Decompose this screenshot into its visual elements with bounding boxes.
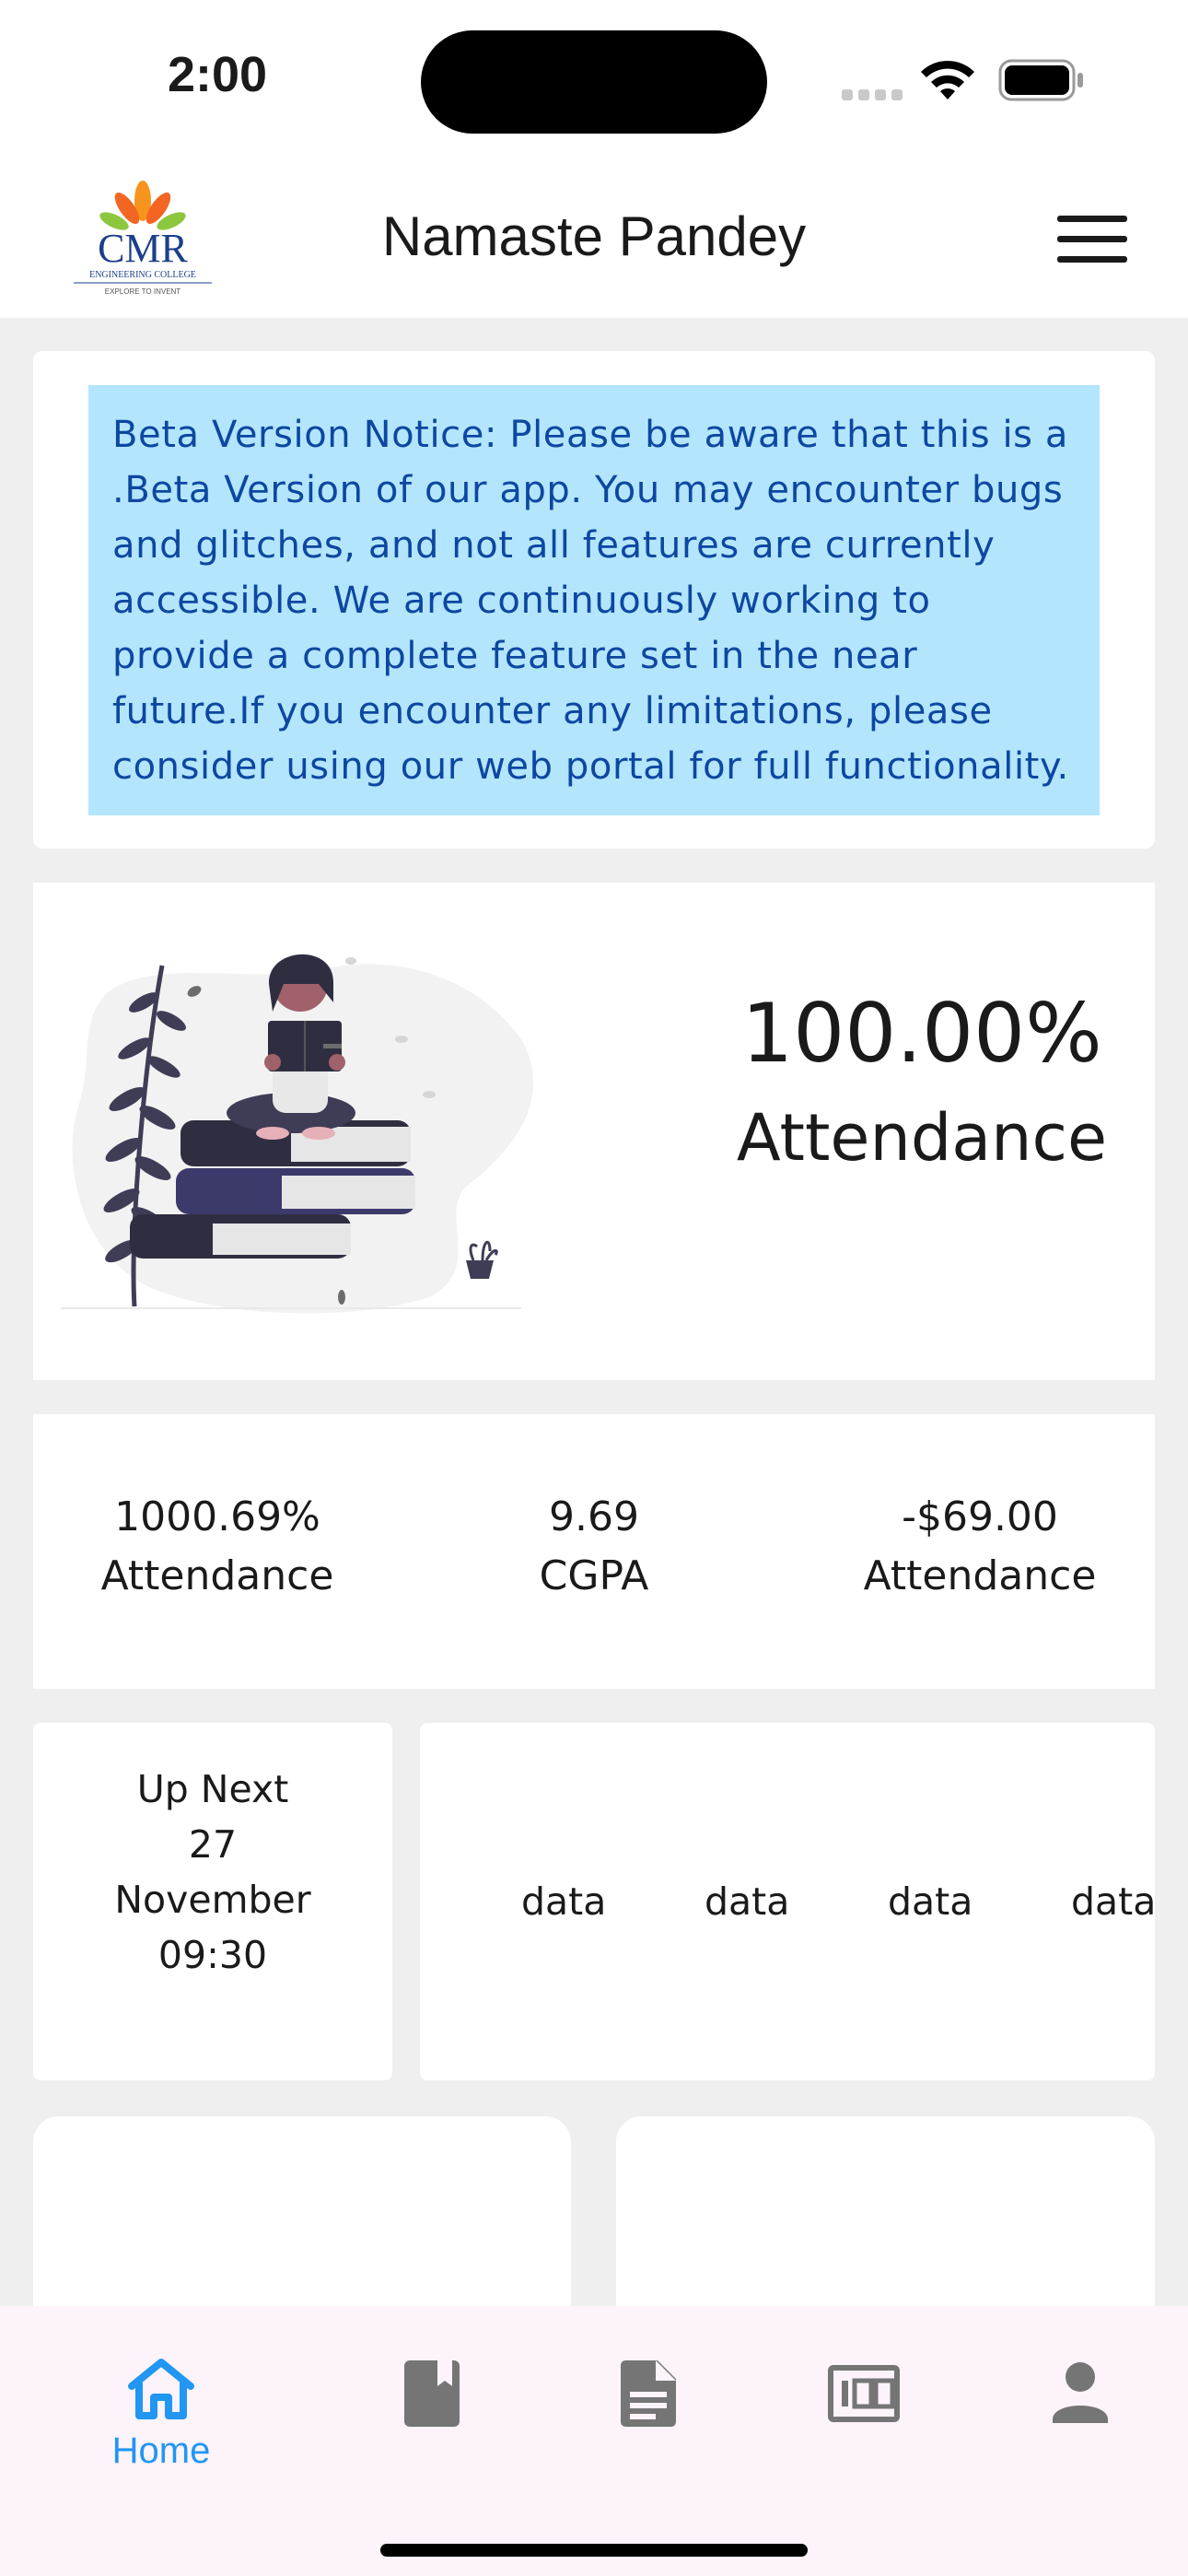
stat-label: Attendance — [100, 1552, 334, 1599]
scores-icon — [828, 2365, 900, 2422]
up-next-content: Up Next 27 November 09:30 — [33, 1762, 392, 1983]
stat-value: 1000.69% — [114, 1493, 320, 1540]
cellular-signal-icon — [842, 87, 908, 104]
up-next-month: November — [114, 1878, 311, 1922]
beta-notice-text: Beta Version Notice: Please be aware tha… — [112, 414, 1069, 788]
logo-tagline: EXPLORE TO INVENT — [105, 287, 181, 296]
stat-fees: -$69.00 Attendance — [796, 1488, 1164, 1606]
stat-attendance: 1000.69% Attendance — [33, 1488, 402, 1606]
attendance-label: Attendance — [736, 1100, 1108, 1176]
attendance-percent: 100.00% — [741, 986, 1102, 1081]
data-cell: data — [705, 1879, 790, 1924]
nav-documents[interactable] — [575, 2357, 722, 2434]
nav-scores[interactable] — [790, 2357, 938, 2434]
up-next-title: Up Next — [136, 1767, 289, 1811]
attendance-card[interactable]: 100.00% Attendance — [33, 883, 1155, 1380]
home-indicator — [380, 2544, 808, 2557]
data-cell: data — [1071, 1879, 1155, 1924]
data-cell: data — [888, 1879, 973, 1924]
status-bar: 2:00 — [0, 0, 1188, 157]
battery-icon — [998, 59, 1085, 105]
up-next-day: 27 — [188, 1822, 238, 1867]
beta-notice-card: Beta Version Notice: Please be aware tha… — [33, 351, 1155, 849]
small-pot — [466, 1240, 498, 1279]
hamburger-menu-icon[interactable] — [1054, 212, 1131, 267]
nav-profile[interactable] — [1007, 2357, 1154, 2430]
app-header: CMR ENGINEERING COLLEGE EXPLORE TO INVEN… — [0, 157, 1188, 318]
dynamic-island — [421, 30, 767, 134]
beta-notice-banner: Beta Version Notice: Please be aware tha… — [88, 385, 1100, 815]
nav-home[interactable]: Home — [87, 2357, 235, 2472]
nav-home-label: Home — [111, 2430, 211, 2471]
stat-label: Attendance — [863, 1552, 1097, 1599]
home-icon — [128, 2359, 194, 2419]
stat-cgpa: 9.69 CGPA — [410, 1488, 778, 1606]
status-time: 2:00 — [168, 47, 268, 102]
stat-label: CGPA — [539, 1552, 649, 1599]
wifi-icon — [917, 57, 978, 107]
document-icon — [621, 2360, 676, 2427]
stat-value: -$69.00 — [902, 1493, 1058, 1540]
reading-illustration — [42, 883, 558, 1380]
up-next-card[interactable]: Up Next 27 November 09:30 — [33, 1723, 392, 2080]
bottom-nav: Home — [0, 2306, 1188, 2576]
up-next-time: 09:30 — [157, 1933, 268, 1977]
stat-value: 9.69 — [549, 1493, 639, 1540]
logo-subtitle: ENGINEERING COLLEGE — [89, 270, 196, 280]
data-cell: data — [521, 1879, 607, 1924]
stats-card: 1000.69% Attendance 9.69 CGPA -$69.00 At… — [33, 1414, 1155, 1689]
nav-courses[interactable] — [358, 2357, 506, 2434]
data-card[interactable]: data data data data — [420, 1723, 1155, 2080]
page-title: Namaste Pandey — [381, 205, 807, 267]
person-icon — [1053, 2362, 1108, 2423]
book-icon — [404, 2360, 460, 2427]
